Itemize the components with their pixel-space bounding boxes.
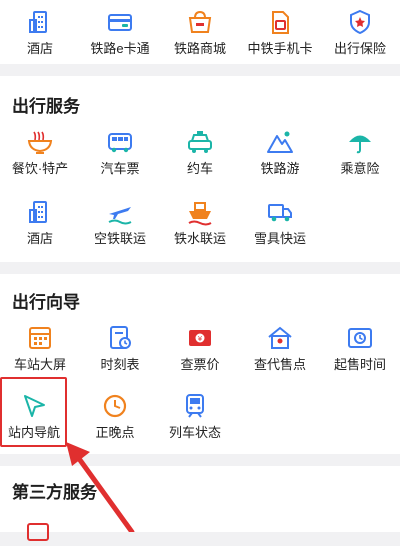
guide-item-sale-time[interactable]: 起售时间 xyxy=(320,324,400,373)
plane-icon xyxy=(108,207,132,225)
guide-item-label: 车站大屏 xyxy=(13,357,66,372)
top-item-label: 酒店 xyxy=(26,41,53,56)
station-board-icon xyxy=(29,327,51,349)
insurance-shield-icon xyxy=(350,9,370,35)
rail-card-icon xyxy=(108,14,132,31)
guide-item-label: 正晚点 xyxy=(95,425,135,440)
service-item-ski-express[interactable]: 雪具快运 xyxy=(240,198,320,247)
top-services-card: 酒店 铁路e卡通 铁路商城 中铁手机卡 出行保险 xyxy=(0,0,400,64)
train-icon xyxy=(186,394,204,418)
service-item-label: 空铁联运 xyxy=(93,231,146,246)
guide-item-label: 列车状态 xyxy=(168,425,221,440)
hotel-icon xyxy=(29,201,47,223)
truck-icon xyxy=(268,204,292,222)
top-item-label: 出行保险 xyxy=(333,41,386,56)
service-item-label: 铁路游 xyxy=(260,161,300,176)
section-title-travel-guide: 出行向导 xyxy=(12,293,80,312)
section-title-travel-services: 出行服务 xyxy=(12,97,80,116)
section-title-third-party: 第三方服务 xyxy=(12,483,97,502)
service-item-rail-tour[interactable]: 铁路游 xyxy=(240,128,320,177)
guide-item-label: 查代售点 xyxy=(253,357,306,372)
ship-icon xyxy=(188,202,212,226)
top-item-label: 铁路商城 xyxy=(173,41,226,56)
guide-item-label: 起售时间 xyxy=(333,357,386,372)
svg-text:¥: ¥ xyxy=(198,335,203,343)
service-item-air-rail[interactable]: 空铁联运 xyxy=(80,198,160,247)
umbrella-icon xyxy=(349,135,371,154)
top-item-insurance[interactable]: 出行保险 xyxy=(320,8,400,57)
service-item-bus-ticket[interactable]: 汽车票 xyxy=(80,128,160,177)
service-item-hotel[interactable]: 酒店 xyxy=(0,198,80,247)
hotel-icon xyxy=(29,11,47,33)
guide-item-label: 查票价 xyxy=(180,357,220,372)
third-party-card: 第三方服务 xyxy=(0,466,400,541)
service-item-rail-water[interactable]: 铁水联运 xyxy=(160,198,240,247)
top-item-label: 铁路e卡通 xyxy=(90,41,150,56)
sale-time-icon xyxy=(348,328,372,348)
guide-item-agency-outlet[interactable]: 查代售点 xyxy=(240,324,320,373)
bus-icon xyxy=(108,133,132,153)
top-item-rail-card[interactable]: 铁路e卡通 xyxy=(80,8,160,57)
top-item-label: 中铁手机卡 xyxy=(247,41,313,56)
highlight-box xyxy=(0,377,67,447)
mountain-icon xyxy=(267,131,293,153)
service-item-label: 雪具快运 xyxy=(253,231,306,246)
travel-services-card: 出行服务 餐饮·特产 汽车票 约车 铁路游 乘意险 酒店 空铁联运 铁水联运 雪… xyxy=(0,76,400,262)
service-item-label: 乘意险 xyxy=(340,161,380,176)
ticket-price-icon: ¥ xyxy=(189,330,211,346)
service-item-catering[interactable]: 餐饮·特产 xyxy=(0,128,80,177)
service-item-ride-hailing[interactable]: 约车 xyxy=(160,128,240,177)
guide-item-timetable[interactable]: 时刻表 xyxy=(80,324,160,373)
rail-mall-icon xyxy=(188,10,212,33)
sim-card-icon xyxy=(272,11,289,34)
gift-icon[interactable] xyxy=(24,518,52,546)
guide-item-ticket-price[interactable]: ¥ 查票价 xyxy=(160,324,240,373)
top-item-sim-card[interactable]: 中铁手机卡 xyxy=(240,8,320,57)
clock-icon xyxy=(103,394,127,418)
top-item-hotel[interactable]: 酒店 xyxy=(0,8,80,57)
guide-item-on-time-status[interactable]: 正晚点 xyxy=(75,392,155,441)
service-item-label: 汽车票 xyxy=(100,161,140,176)
service-item-label: 铁水联运 xyxy=(173,231,226,246)
timetable-icon xyxy=(110,326,131,349)
service-item-label: 餐饮·特产 xyxy=(11,161,69,176)
top-item-rail-mall[interactable]: 铁路商城 xyxy=(160,8,240,57)
guide-item-train-status[interactable]: 列车状态 xyxy=(155,392,235,441)
service-item-accident-insurance[interactable]: 乘意险 xyxy=(320,128,400,177)
taxi-icon xyxy=(188,131,212,153)
service-item-label: 约车 xyxy=(186,161,213,176)
guide-item-label: 时刻表 xyxy=(100,357,140,372)
agency-house-icon xyxy=(268,326,292,349)
noodle-bowl-icon xyxy=(27,131,53,154)
service-item-label: 酒店 xyxy=(26,231,53,246)
guide-item-station-board[interactable]: 车站大屏 xyxy=(0,324,80,373)
